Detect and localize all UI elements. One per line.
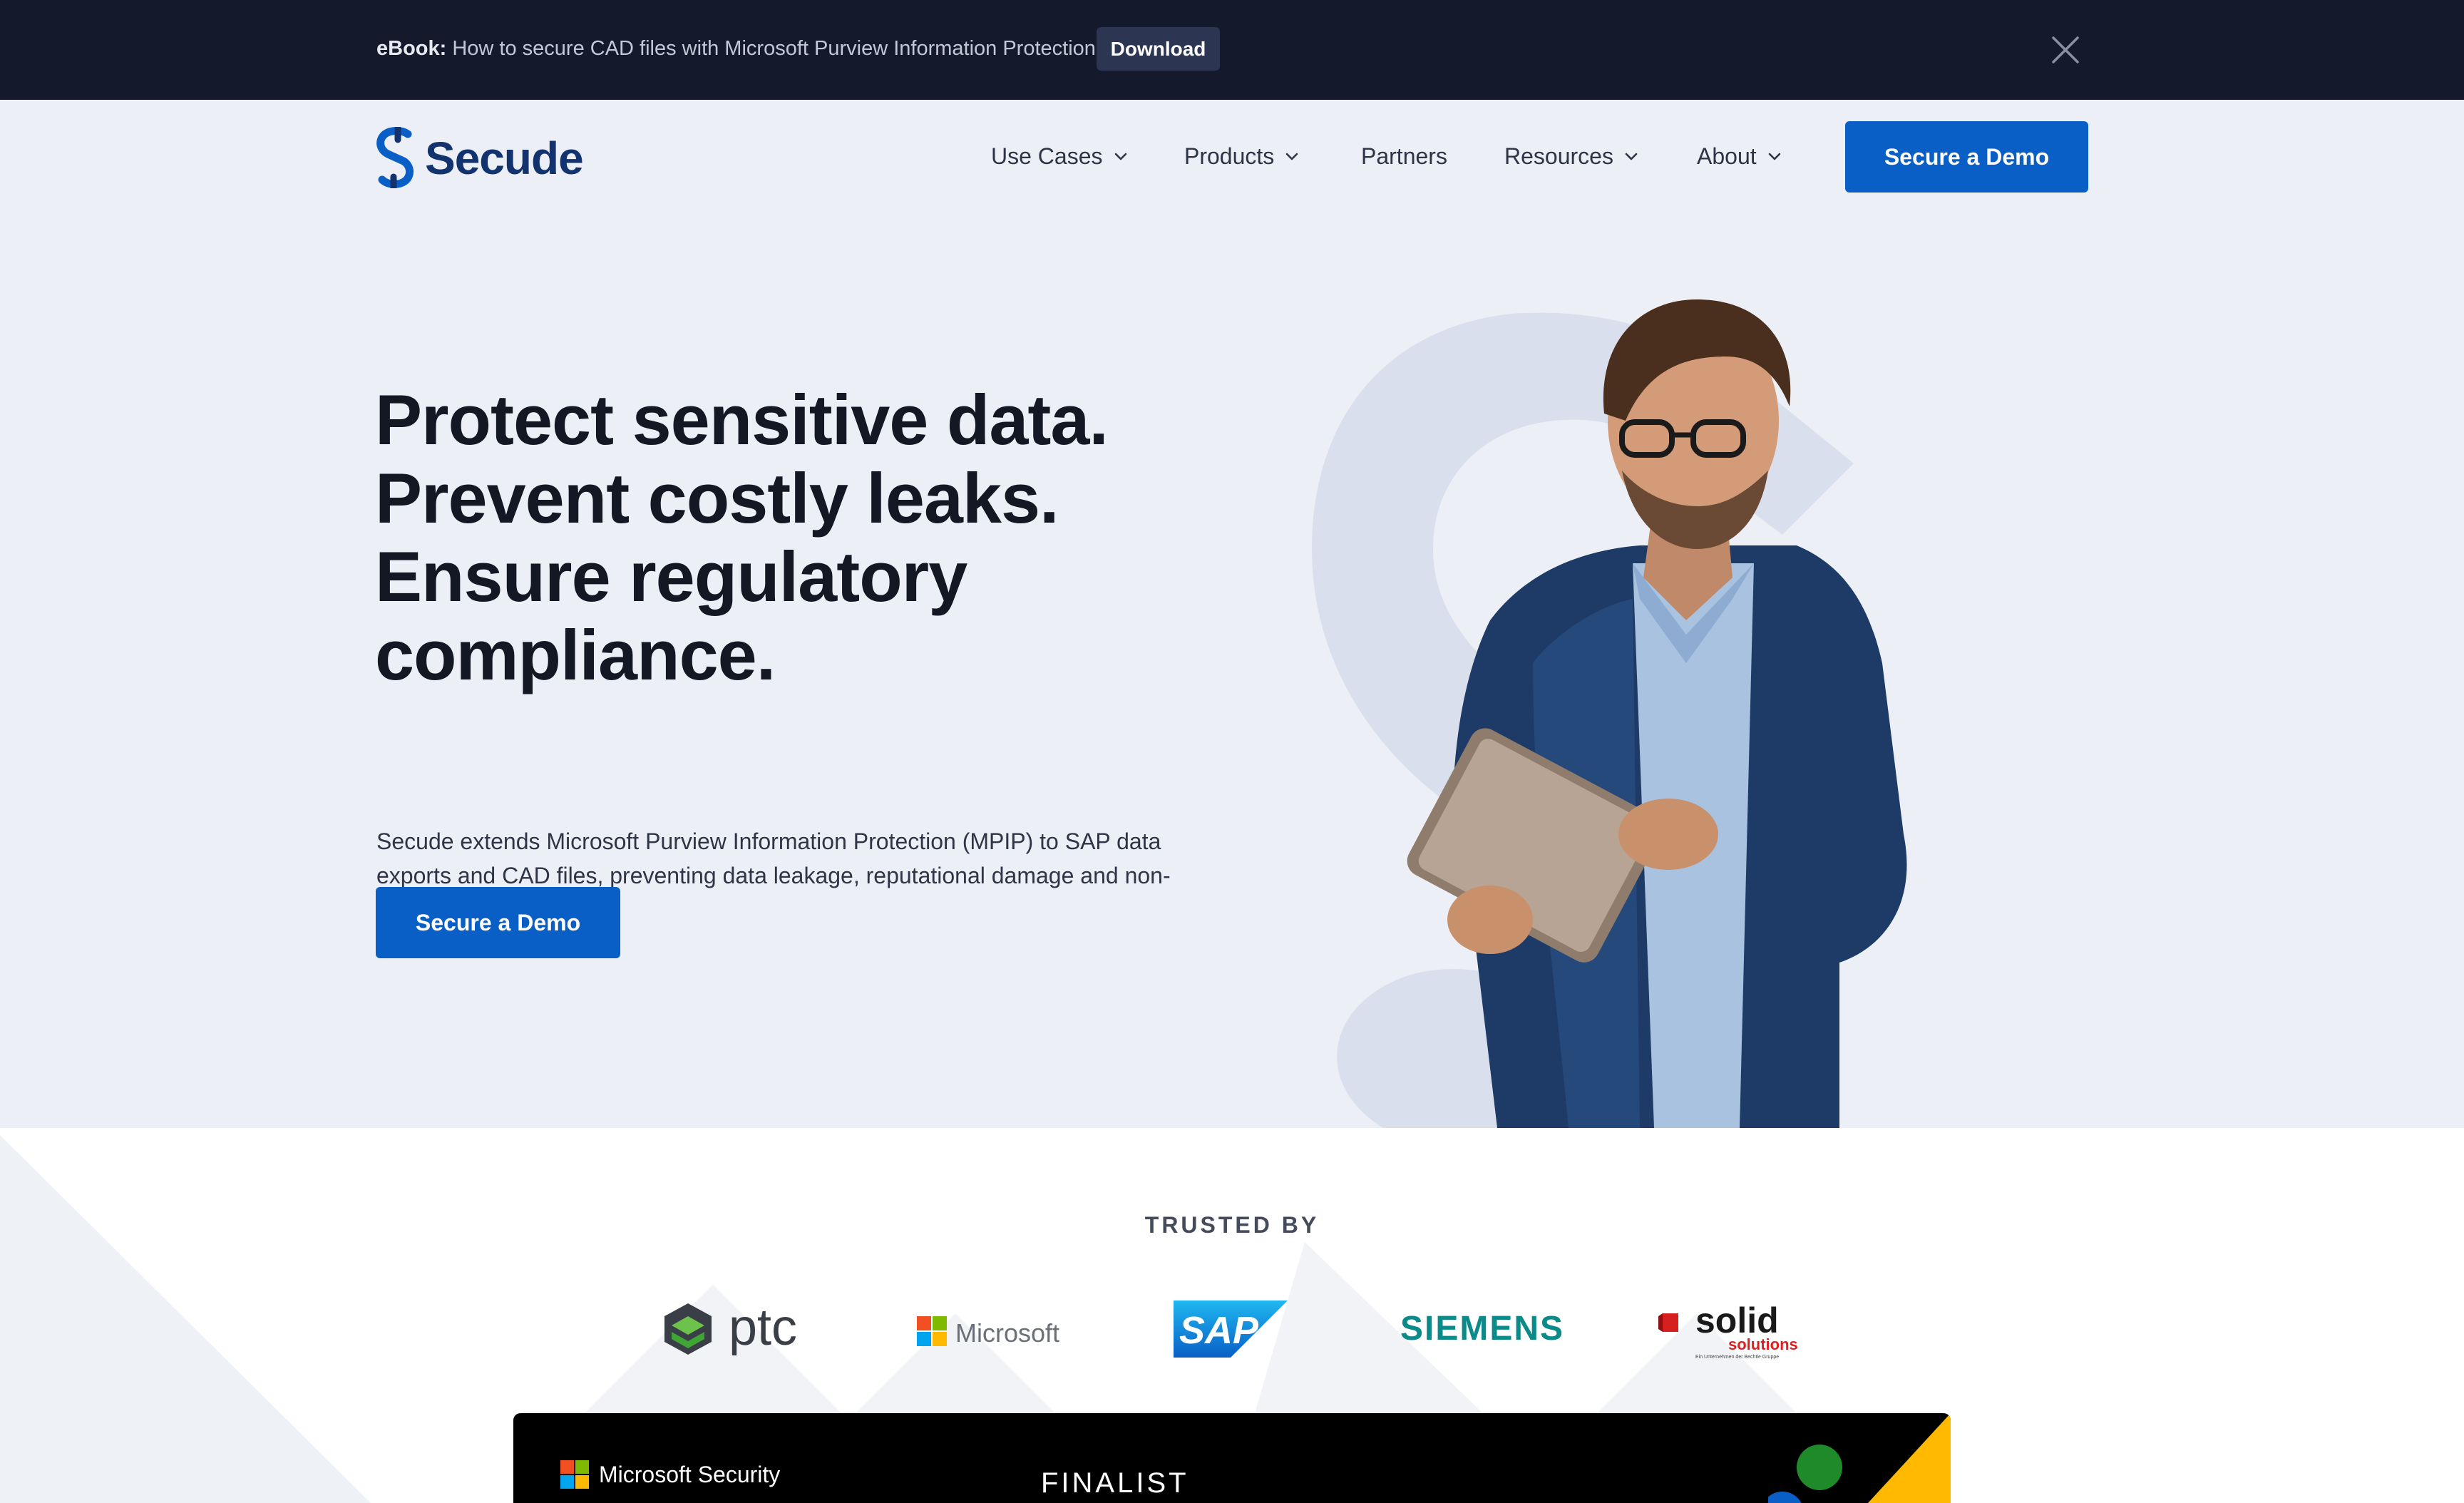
solid-solutions-logo: solid solutions Ein Unternehmen der Bech…	[1658, 1302, 1815, 1362]
hero-illustration	[1312, 299, 1907, 1128]
award-finalist-label: FINALIST	[1041, 1467, 1189, 1499]
logo-wordmark: Secude	[425, 133, 584, 184]
nav-use-cases[interactable]: Use Cases	[991, 141, 1129, 171]
trusted-by-label: TRUSTED BY	[1144, 1212, 1320, 1238]
siemens-wordmark: SIEMENS	[1400, 1310, 1565, 1348]
chevron-down-icon	[1768, 153, 1780, 160]
hero-title-line: Prevent costly leaks.	[375, 458, 1059, 538]
siemens-logo: SIEMENS	[1400, 1309, 1563, 1349]
award-microsoft-security: Microsoft Security	[560, 1460, 780, 1489]
announcement-bar: eBook: How to secure CAD files with Micr…	[0, 0, 2464, 100]
sap-logo-mark: SAP	[1174, 1301, 1288, 1358]
solid-cube-icon	[1658, 1313, 1678, 1332]
solid-wordmark: solid	[1695, 1301, 1779, 1340]
secude-logo-icon	[376, 127, 414, 188]
announcement-text: eBook: How to secure CAD files with Micr…	[376, 34, 1096, 63]
sap-wordmark: SAP	[1179, 1309, 1259, 1352]
nav-about-label: About	[1697, 143, 1757, 169]
award-brand-label: Microsoft Security	[599, 1462, 781, 1487]
hero-title-line: compliance.	[375, 615, 776, 694]
solid-tagline: Ein Unternehmen der Bechtle Gruppe	[1695, 1355, 1780, 1360]
secude-logo[interactable]: Secude	[374, 127, 587, 188]
announcement-message: How to secure CAD files with Microsoft P…	[446, 37, 1096, 60]
nav-resources[interactable]: Resources	[1504, 141, 1639, 171]
hero-title: Protect sensitive data. Prevent costly l…	[375, 381, 1231, 694]
microsoft-logo: Microsoft	[917, 1313, 1067, 1348]
hero-title-line: Ensure regulatory	[375, 537, 967, 616]
award-decoration	[1768, 1413, 1951, 1503]
solid-subword: solutions	[1728, 1335, 1798, 1353]
nav-resources-label: Resources	[1504, 143, 1613, 169]
chevron-down-icon	[1114, 153, 1126, 160]
award-banner[interactable]: Microsoft Security FINALIST	[513, 1413, 1951, 1503]
trusted-by-section: TRUSTED BY ptc Microsoft SAP SIEMENS sol…	[0, 1128, 2464, 1503]
ptc-logo-icon	[664, 1303, 712, 1355]
sap-logo: SAP	[1174, 1301, 1288, 1358]
hero-title-line: Protect sensitive data.	[375, 380, 1109, 459]
close-icon[interactable]	[2049, 34, 2082, 66]
nav-secure-demo-button[interactable]: Secure a Demo	[1845, 121, 2088, 193]
nav-about[interactable]: About	[1697, 141, 1782, 171]
hero-section: Secude Use Cases Products Partners Resou…	[0, 100, 2464, 1128]
nav-partners-label: Partners	[1361, 143, 1447, 169]
nav-partners[interactable]: Partners	[1361, 141, 1447, 171]
ptc-wordmark: ptc	[729, 1299, 798, 1356]
announcement-label: eBook:	[376, 37, 447, 60]
download-button[interactable]: Download	[1097, 27, 1220, 71]
microsoft-logo-icon	[917, 1316, 947, 1346]
hero-secure-demo-button[interactable]: Secure a Demo	[376, 887, 620, 958]
chevron-down-icon	[1285, 153, 1298, 160]
nav-products[interactable]: Products	[1184, 141, 1300, 171]
ptc-logo: ptc	[663, 1299, 806, 1356]
chevron-down-icon	[1625, 153, 1638, 160]
microsoft-logo-icon	[560, 1460, 589, 1489]
nav-products-label: Products	[1184, 143, 1275, 169]
microsoft-wordmark: Microsoft	[955, 1318, 1060, 1348]
nav-use-cases-label: Use Cases	[991, 143, 1103, 169]
